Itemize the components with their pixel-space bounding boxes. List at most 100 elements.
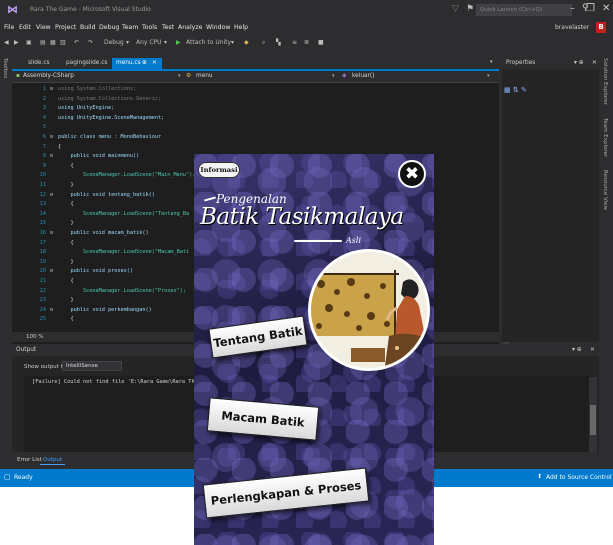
- code-line[interactable]: {: [58, 201, 73, 207]
- resource-view-tab[interactable]: Resource View: [602, 170, 608, 210]
- code-line[interactable]: using System.Collections.Generic;: [58, 96, 161, 102]
- code-line[interactable]: SceneManager.LoadScene("Tentang_Ba: [58, 211, 189, 217]
- perlengkapan-proses-button[interactable]: Perlengkapan & Proses: [202, 467, 370, 519]
- code-line[interactable]: }: [58, 297, 73, 303]
- tab-slide[interactable]: slide.cs: [24, 58, 54, 69]
- add-to-source-control-button[interactable]: Add to Source Control: [546, 474, 612, 481]
- save-all-icon[interactable]: ▥: [60, 39, 66, 46]
- menu-item-window[interactable]: Window: [206, 24, 230, 31]
- code-line[interactable]: public void macam_batik(): [58, 230, 148, 236]
- menu-item-build[interactable]: Build: [80, 24, 96, 31]
- team-explorer-tab[interactable]: Team Explorer: [602, 118, 608, 157]
- zoom-level[interactable]: 100 %: [26, 334, 43, 340]
- alphabetical-icon[interactable]: ⇅: [513, 86, 519, 94]
- bookmark-icon[interactable]: ■: [318, 39, 324, 46]
- tab-menu[interactable]: menu.cs ⊕ ✕: [112, 58, 162, 69]
- pin-icon[interactable]: ⊕: [142, 58, 147, 69]
- code-line[interactable]: using System.Collections;: [58, 86, 136, 92]
- tab-pagingslide[interactable]: pagingslide.cs: [62, 58, 111, 69]
- project-dropdown[interactable]: Assembly-CSharp: [23, 73, 74, 79]
- code-line[interactable]: {: [58, 144, 61, 150]
- filter-icon[interactable]: ▽: [452, 4, 459, 14]
- menu-item-tools[interactable]: Tools: [142, 24, 157, 31]
- undo-icon[interactable]: ↶: [74, 39, 79, 46]
- menu-item-debug[interactable]: Debug: [99, 24, 119, 31]
- fold-toggle[interactable]: ⊟: [50, 153, 53, 159]
- code-line[interactable]: SceneManager.LoadScene("Proses");: [58, 288, 186, 294]
- code-line[interactable]: {: [58, 163, 73, 169]
- wrench-icon[interactable]: ✎: [521, 86, 527, 94]
- menu-item-test[interactable]: Test: [162, 24, 174, 31]
- code-line[interactable]: using UnityEngine;: [58, 105, 114, 111]
- class-dropdown[interactable]: menu: [196, 73, 213, 79]
- code-line[interactable]: public void tentang_batik(): [58, 192, 154, 198]
- pin-icon[interactable]: ▾ ⊕: [574, 60, 584, 66]
- code-line[interactable]: SceneManager.LoadScene("Main_Menu");: [58, 172, 195, 178]
- browser-icon[interactable]: ◆: [244, 39, 249, 46]
- code-line[interactable]: }: [58, 182, 73, 188]
- forward-icon[interactable]: ▶: [14, 39, 19, 46]
- pin-icon[interactable]: ▾ ⊕: [572, 347, 582, 353]
- code-line[interactable]: public class menu : MonoBehaviour: [58, 134, 161, 140]
- close-icon[interactable]: ✖: [398, 160, 426, 188]
- fold-toggle[interactable]: ⊟: [50, 86, 53, 92]
- code-line[interactable]: public void mainmenu(): [58, 153, 139, 159]
- solution-explorer-tab[interactable]: Solution Explorer: [602, 58, 608, 105]
- code-line[interactable]: {: [58, 240, 73, 246]
- code-line[interactable]: public void proses(): [58, 268, 132, 274]
- minimize-icon[interactable]: –: [570, 3, 575, 14]
- new-project-icon[interactable]: ▣: [26, 39, 32, 46]
- tab-output[interactable]: Output: [40, 455, 66, 465]
- code-line[interactable]: using UnityEngine.SceneManagement;: [58, 115, 164, 121]
- close-icon[interactable]: ✕: [590, 347, 595, 353]
- info-button[interactable]: Informasi: [198, 162, 240, 178]
- menu-item-team[interactable]: Team: [122, 24, 138, 31]
- platform-dropdown[interactable]: Any CPU: [136, 39, 162, 46]
- toolbox-tab[interactable]: Toolbox: [2, 58, 8, 79]
- code-line[interactable]: {: [58, 316, 73, 322]
- user-avatar[interactable]: B: [596, 22, 606, 33]
- menu-item-view[interactable]: View: [36, 24, 51, 31]
- outdent-icon[interactable]: ≣: [304, 39, 309, 46]
- restore-icon[interactable]: ❐: [586, 3, 595, 14]
- tentang-batik-button[interactable]: Tentang Batik: [208, 315, 308, 359]
- user-name[interactable]: bravelaster: [555, 24, 589, 31]
- close-tab-icon[interactable]: ✕: [152, 58, 157, 69]
- macam-batik-button[interactable]: Macam Batik: [206, 397, 320, 441]
- menu-item-help[interactable]: Help: [234, 24, 248, 31]
- code-line[interactable]: }: [58, 220, 73, 226]
- member-dropdown[interactable]: keluar(): [352, 73, 374, 79]
- open-icon[interactable]: ▤: [40, 39, 46, 46]
- back-icon[interactable]: ◀: [4, 39, 9, 46]
- fold-toggle[interactable]: ⊟: [50, 192, 53, 198]
- categorized-icon[interactable]: ▦: [504, 86, 511, 94]
- find-icon[interactable]: ⌕: [262, 39, 265, 47]
- quick-launch-input[interactable]: Quick Launch (Ctrl+Q): [476, 4, 572, 16]
- fold-toggle[interactable]: ⊟: [50, 230, 53, 236]
- fold-toggle[interactable]: ⊟: [50, 134, 53, 140]
- tab-overflow-icon[interactable]: ▾: [490, 59, 493, 65]
- code-line[interactable]: {: [58, 278, 73, 284]
- redo-icon[interactable]: ↷: [88, 39, 93, 46]
- fold-toggle[interactable]: ⊟: [50, 268, 53, 274]
- output-source-select[interactable]: IntelliSense: [62, 361, 122, 371]
- close-icon[interactable]: ✕: [602, 3, 610, 14]
- fold-toggle[interactable]: ⊟: [50, 307, 53, 313]
- menu-item-edit[interactable]: Edit: [19, 24, 31, 31]
- solution-config-dropdown[interactable]: Debug: [104, 39, 124, 46]
- code-line[interactable]: }: [58, 259, 73, 265]
- output-scrollbar[interactable]: [589, 377, 597, 452]
- code-line[interactable]: public void perkembangan(): [58, 307, 151, 313]
- scrollbar-thumb[interactable]: [590, 405, 596, 435]
- save-icon[interactable]: ▦: [50, 39, 56, 46]
- feedback-icon[interactable]: ⚑: [466, 4, 474, 14]
- attach-button[interactable]: Attach to Unity: [186, 39, 231, 46]
- menu-item-analyze[interactable]: Analyze: [178, 24, 202, 31]
- close-icon[interactable]: ✕: [592, 60, 597, 66]
- indent-icon[interactable]: ≡: [292, 39, 297, 46]
- play-icon[interactable]: ▶: [176, 39, 181, 46]
- menu-item-file[interactable]: File: [4, 24, 14, 31]
- menu-item-project[interactable]: Project: [55, 24, 76, 31]
- layout-icon[interactable]: ▚: [276, 39, 281, 46]
- code-line[interactable]: SceneManager.LoadScene("Macam_Bati: [58, 249, 189, 255]
